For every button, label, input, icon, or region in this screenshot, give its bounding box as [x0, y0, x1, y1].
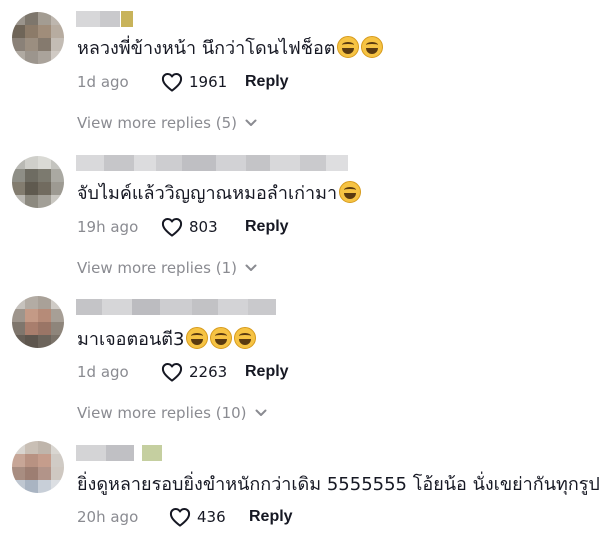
laughing-emoji-icon — [234, 327, 257, 349]
avatar[interactable] — [12, 12, 64, 64]
chevron-down-icon — [245, 264, 257, 271]
sweat-smile-emoji-icon — [339, 181, 362, 203]
view-more-label: View more replies (5) — [77, 114, 237, 132]
comment-meta: 20h ago 436 Reply — [77, 505, 293, 529]
like-button[interactable]: 1961 — [161, 72, 245, 92]
username[interactable] — [76, 299, 276, 315]
heart-icon — [161, 73, 183, 92]
like-button[interactable]: 436 — [169, 507, 249, 527]
username[interactable] — [76, 445, 162, 461]
like-count: 2263 — [189, 363, 228, 381]
like-count: 1961 — [189, 73, 228, 91]
view-more-label: View more replies (1) — [77, 259, 237, 277]
timestamp: 19h ago — [77, 218, 139, 236]
chevron-down-icon — [255, 409, 267, 416]
timestamp: 1d ago — [77, 73, 129, 91]
comment-text-content: มาเจอตอนตี3 — [77, 329, 185, 350]
like-count: 436 — [197, 508, 226, 526]
username[interactable] — [76, 155, 348, 171]
avatar[interactable] — [12, 156, 64, 208]
comment-meta: 19h ago 803 Reply — [77, 215, 289, 239]
heart-icon — [161, 363, 183, 382]
avatar[interactable] — [12, 441, 64, 493]
comment-text: มาเจอตอนตี3 — [77, 327, 257, 353]
laughing-emoji-icon — [337, 36, 360, 58]
laughing-emoji-icon — [210, 327, 233, 349]
heart-icon — [169, 508, 191, 527]
like-button[interactable]: 803 — [161, 217, 245, 237]
reply-button[interactable]: Reply — [245, 73, 289, 91]
heart-icon — [161, 218, 183, 237]
comment-meta: 1d ago 2263 Reply — [77, 360, 289, 384]
view-more-label: View more replies (10) — [77, 404, 247, 422]
laughing-emoji-icon — [361, 36, 384, 58]
comment-text: หลวงพี่ข้างหน้า นึกว่าโดนไฟช็อต — [77, 36, 384, 62]
view-more-replies[interactable]: View more replies (1) — [77, 259, 257, 277]
username[interactable] — [76, 11, 133, 27]
reply-button[interactable]: Reply — [245, 363, 289, 381]
timestamp: 20h ago — [77, 508, 139, 526]
comment-text-content: หลวงพี่ข้างหน้า นึกว่าโดนไฟช็อต — [77, 38, 336, 59]
timestamp: 1d ago — [77, 363, 129, 381]
like-button[interactable]: 2263 — [161, 362, 245, 382]
comment-text: จับไมค์แล้ววิญญาณหมอลำเก่ามา — [77, 181, 362, 207]
comment-meta: 1d ago 1961 Reply — [77, 70, 289, 94]
view-more-replies[interactable]: View more replies (5) — [77, 114, 257, 132]
reply-button[interactable]: Reply — [249, 508, 293, 526]
avatar[interactable] — [12, 296, 64, 348]
reply-button[interactable]: Reply — [245, 218, 289, 236]
view-more-replies[interactable]: View more replies (10) — [77, 404, 267, 422]
like-count: 803 — [189, 218, 218, 236]
comment-text: ยิ่งดูหลายรอบยิ่งขำหนักกว่าเดิม 5555555 … — [77, 472, 600, 498]
laughing-emoji-icon — [186, 327, 209, 349]
comment-text-content: จับไมค์แล้ววิญญาณหมอลำเก่ามา — [77, 183, 338, 204]
comment-text-content: ยิ่งดูหลายรอบยิ่งขำหนักกว่าเดิม 5555555 … — [77, 474, 600, 495]
chevron-down-icon — [245, 119, 257, 126]
